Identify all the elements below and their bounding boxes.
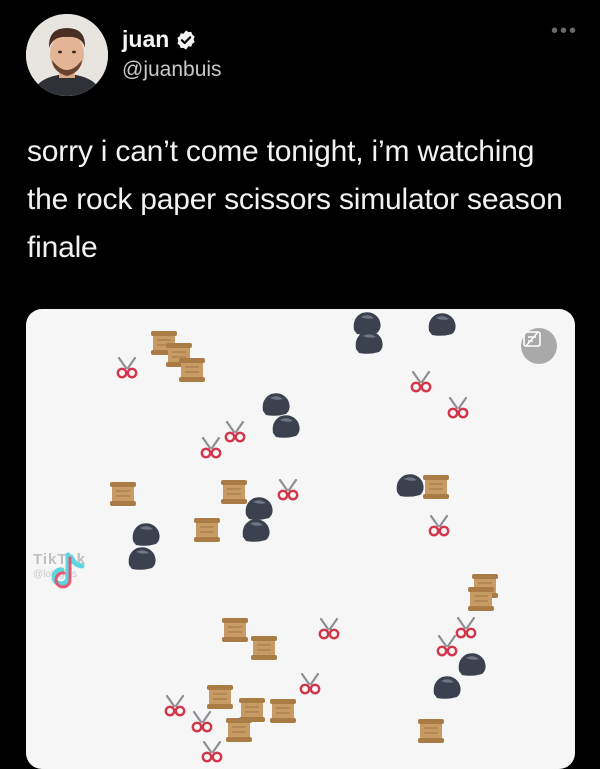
rock-icon	[428, 313, 456, 336]
tiktok-logo-icon	[51, 552, 85, 589]
gif-badge-icon[interactable]	[521, 328, 557, 364]
scissors-icon	[201, 740, 223, 763]
author-name-row: juan	[122, 26, 197, 53]
scissors-icon	[447, 396, 469, 419]
scissors-icon	[164, 694, 186, 717]
verified-badge-icon	[177, 29, 195, 50]
scissors-icon	[191, 710, 213, 733]
scissors-icon	[318, 617, 340, 640]
rock-icon	[272, 415, 300, 438]
paper-icon	[220, 479, 248, 505]
tiktok-watermark: TikTok @lolegirls	[33, 549, 143, 589]
paper-icon	[225, 717, 253, 743]
paper-icon	[250, 635, 278, 661]
scissors-icon	[200, 436, 222, 459]
gif-badge-glyph	[523, 331, 541, 347]
paper-icon	[467, 586, 495, 612]
rock-icon	[245, 497, 273, 520]
scissors-icon	[428, 514, 450, 537]
tweet-text: sorry i can’t come tonight, i’m watching…	[27, 135, 563, 264]
author-name[interactable]: juan	[122, 26, 169, 53]
rock-icon	[433, 676, 461, 699]
scissors-icons	[116, 356, 477, 763]
paper-icon	[422, 474, 450, 500]
more-horizontal-icon[interactable]: •••	[551, 21, 578, 41]
paper-icon	[109, 481, 137, 507]
scissors-icon	[116, 356, 138, 379]
rock-icon	[242, 519, 270, 542]
rock-icon	[132, 523, 160, 546]
scissors-icon	[455, 616, 477, 639]
avatar-image	[26, 14, 108, 96]
scissors-icon	[224, 420, 246, 443]
rock-icon	[396, 474, 424, 497]
author-handle[interactable]: @juanbuis	[122, 58, 222, 82]
paper-icon	[193, 517, 221, 543]
rock-icon	[355, 331, 383, 354]
scissors-icon	[299, 672, 321, 695]
scissors-icon	[436, 634, 458, 657]
paper-icon	[417, 718, 445, 744]
rock-icon	[262, 393, 290, 416]
paper-icon	[221, 617, 249, 643]
paper-icon	[206, 684, 234, 710]
avatar[interactable]	[26, 14, 108, 96]
tweet-media[interactable]: TikTok @lolegirls	[26, 309, 575, 769]
scissors-icon	[277, 478, 299, 501]
simulation-field	[109, 312, 499, 763]
rock-icon	[458, 653, 486, 676]
scissors-icon	[410, 370, 432, 393]
paper-icon	[269, 698, 297, 724]
paper-icon	[178, 357, 206, 383]
